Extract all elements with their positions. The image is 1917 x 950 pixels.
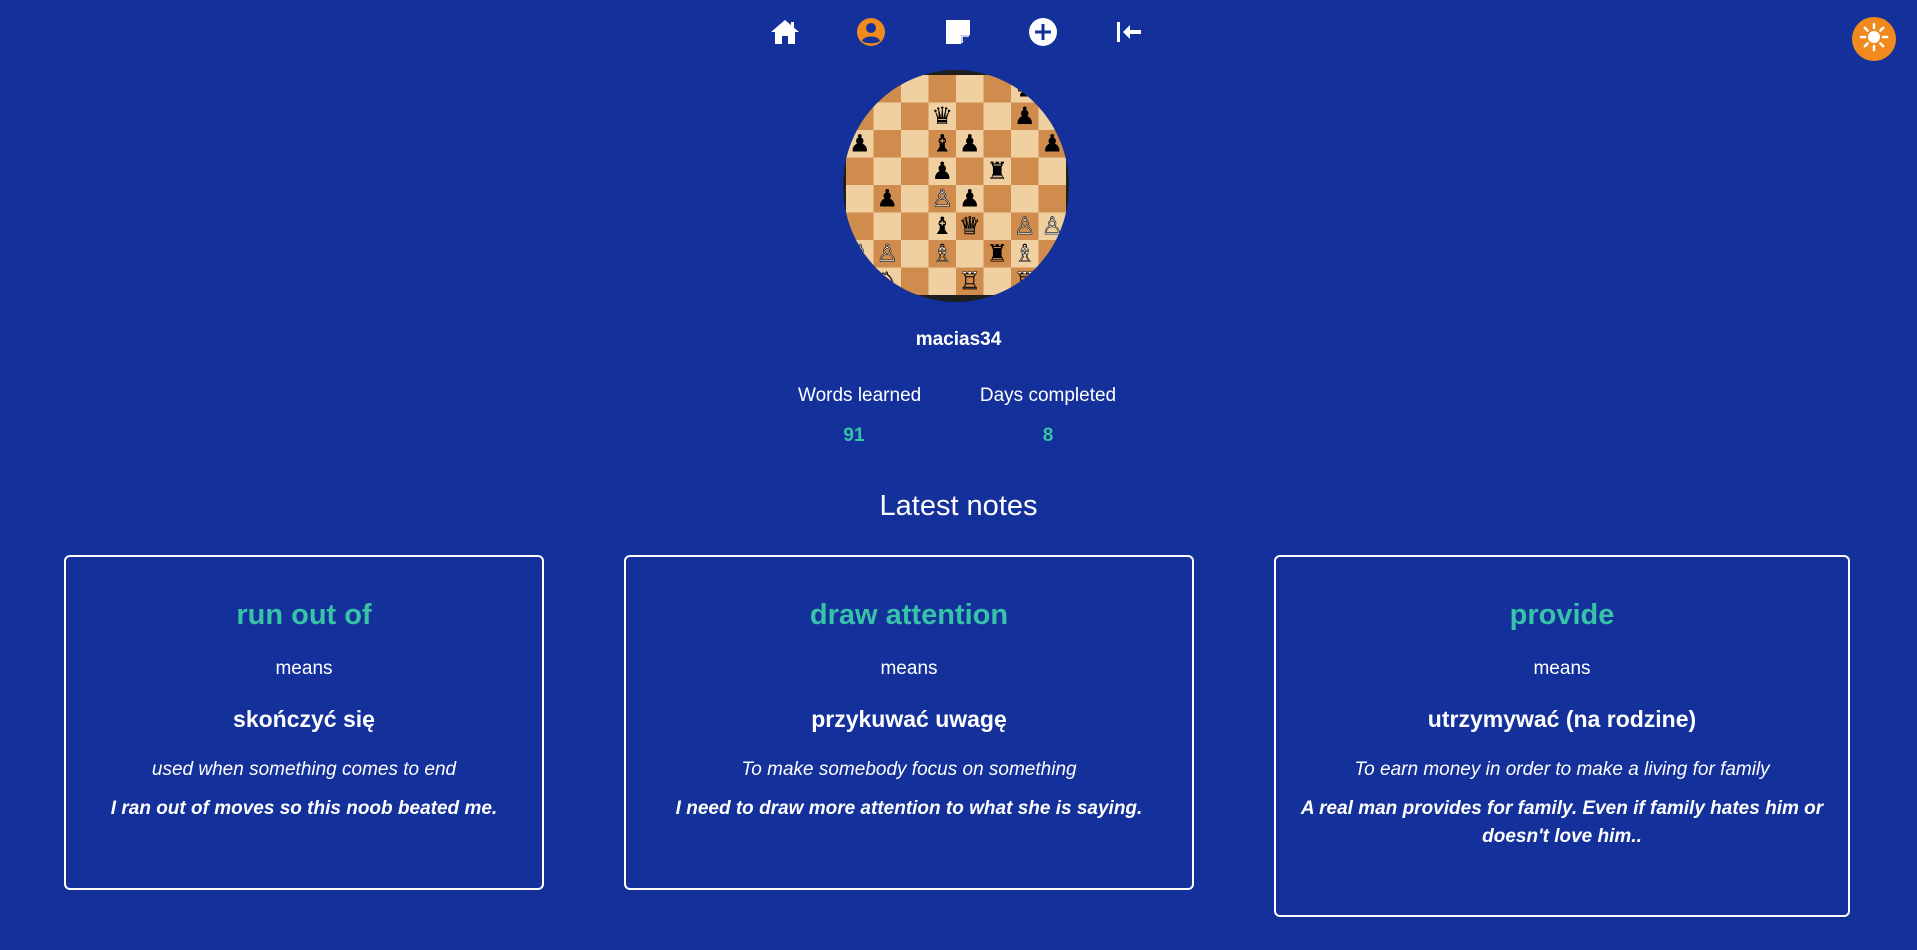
note-means: means [275, 658, 333, 679]
nav-add-button[interactable] [1023, 12, 1063, 52]
note-translation: utrzymywać (na rodzine) [1427, 706, 1697, 732]
svg-text:♙: ♙ [931, 184, 953, 212]
svg-text:♙: ♙ [1041, 212, 1063, 240]
svg-text:♝: ♝ [931, 129, 953, 157]
note-card[interactable]: draw attention means przykuwać uwagę To … [624, 555, 1194, 890]
svg-text:♜: ♜ [986, 239, 1008, 267]
svg-text:♗: ♗ [931, 239, 953, 267]
note-definition: To make somebody focus on something [741, 759, 1077, 780]
stat-value: 8 [1042, 425, 1054, 446]
note-translation: skończyć się [233, 706, 375, 732]
svg-text:♕: ♕ [959, 212, 981, 240]
home-icon [769, 18, 801, 46]
stat-words-learned: Words learned 91 [798, 385, 922, 447]
note-translation: przykuwać uwagę [811, 706, 1007, 732]
svg-text:♗: ♗ [1014, 239, 1036, 267]
note-card[interactable]: run out of means skończyć się used when … [64, 555, 544, 890]
nav-logout-button[interactable] [1109, 12, 1149, 52]
svg-text:♙: ♙ [876, 239, 898, 267]
avatar: ♛ ♞ ♟ ♟ ♝ ♟ ♟ ♟ ♜ ♟ ♙ ♟ ♝ ♕ ♙ ♙ ♙ ♙ ♗ ♜ ♗ ♘ ♖ ♖ [843, 70, 1069, 302]
top-nav [0, 12, 1917, 52]
svg-text:♖: ♖ [959, 267, 981, 295]
chess-board-avatar: ♛♞♟♟ ♝ ♟ ♟♟ ♜♟ ♙ ♟♝ ♕ ♙ ♙♙ ♙ ♗ ♜ ♗♘ ♖ ♖ [846, 74, 1066, 295]
note-word: draw attention [809, 599, 1009, 631]
stat-label: Days completed [979, 385, 1117, 406]
svg-text:♙: ♙ [849, 239, 871, 267]
note-means: means [880, 658, 938, 679]
stat-days-completed: Days completed 8 [970, 385, 1126, 447]
note-icon [944, 18, 972, 46]
note-definition: used when something comes to end [151, 759, 457, 780]
svg-text:♙: ♙ [1014, 212, 1036, 240]
svg-text:♖: ♖ [1014, 267, 1036, 295]
svg-text:♟: ♟ [959, 129, 981, 157]
username: macias34 [915, 329, 1002, 350]
svg-text:♛: ♛ [931, 102, 953, 130]
stat-value: 91 [843, 425, 865, 446]
nav-notes-button[interactable] [938, 12, 978, 52]
plus-circle-icon [1028, 17, 1058, 47]
sun-icon [1859, 22, 1889, 57]
note-card[interactable]: provide means utrzymywać (na rodzine) To… [1274, 555, 1850, 917]
svg-text:♟: ♟ [931, 157, 953, 185]
svg-text:♟: ♟ [849, 129, 871, 157]
svg-text:♝: ♝ [931, 212, 953, 240]
note-word: provide [1509, 599, 1615, 631]
nav-home-button[interactable] [765, 12, 805, 52]
arrow-left-to-bar-icon [1115, 20, 1143, 44]
svg-text:♟: ♟ [1041, 129, 1063, 157]
user-circle-icon [856, 17, 886, 47]
svg-text:♘: ♘ [876, 267, 898, 295]
note-example: I ran out of moves so this noob beated m… [110, 798, 498, 819]
svg-text:♟: ♟ [876, 184, 898, 212]
note-example: I need to draw more attention to what sh… [675, 798, 1143, 819]
latest-notes-title: Latest notes [879, 490, 1038, 522]
svg-text:♟: ♟ [1014, 102, 1036, 130]
svg-text:♟: ♟ [959, 184, 981, 212]
note-word: run out of [236, 599, 372, 631]
note-means: means [1533, 658, 1591, 679]
stat-label: Words learned [798, 385, 922, 406]
theme-toggle-button[interactable] [1852, 17, 1896, 61]
svg-text:♞: ♞ [1014, 74, 1036, 102]
note-example: A real man provides for family. Even if … [1300, 798, 1824, 847]
svg-text:♜: ♜ [986, 157, 1008, 185]
profile-page: ♛ ♞ ♟ ♟ ♝ ♟ ♟ ♟ ♜ ♟ ♙ ♟ ♝ ♕ ♙ ♙ ♙ ♙ ♗ ♜ ♗ ♘ ♖ ♖ macias34 Words … [0, 0, 1917, 950]
nav-profile-button[interactable] [851, 12, 891, 52]
note-definition: To earn money in order to make a living … [1354, 759, 1770, 780]
stats: Words learned 91 Days completed 8 [790, 385, 1130, 455]
